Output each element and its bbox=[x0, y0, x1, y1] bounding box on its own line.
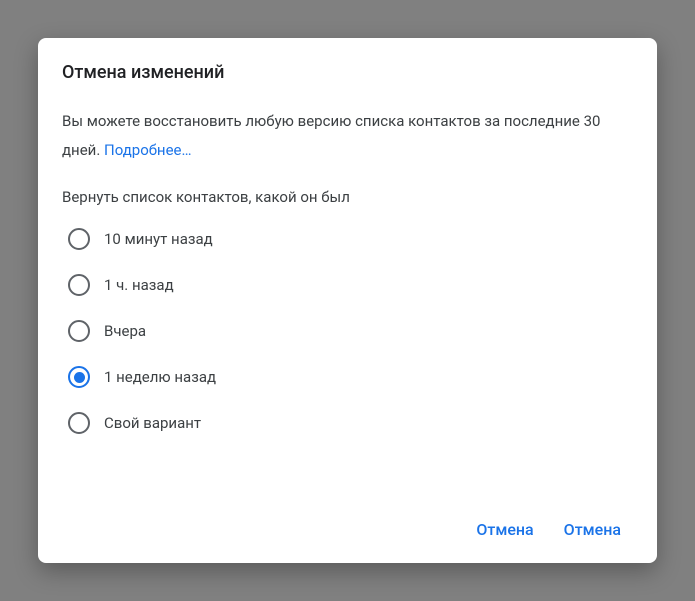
confirm-button[interactable]: Отмена bbox=[560, 514, 625, 545]
undo-changes-dialog: Отмена изменений Вы можете восстановить … bbox=[38, 38, 657, 563]
dialog-title: Отмена изменений bbox=[62, 62, 633, 83]
radio-label: 10 минут назад bbox=[104, 230, 213, 248]
radio-label: Свой вариант bbox=[104, 414, 201, 432]
radio-option-custom[interactable]: Свой вариант bbox=[68, 412, 633, 434]
radio-label: 1 неделю назад bbox=[104, 368, 216, 386]
radio-option-1-week[interactable]: 1 неделю назад bbox=[68, 366, 633, 388]
learn-more-link[interactable]: Подробнее… bbox=[104, 141, 192, 159]
radio-icon bbox=[68, 366, 90, 388]
radio-option-10-minutes[interactable]: 10 минут назад bbox=[68, 228, 633, 250]
radio-icon bbox=[68, 412, 90, 434]
dialog-actions: Отмена Отмена bbox=[62, 494, 633, 545]
radio-icon bbox=[68, 320, 90, 342]
radio-label: 1 ч. назад bbox=[104, 276, 174, 294]
radio-icon bbox=[68, 228, 90, 250]
cancel-button[interactable]: Отмена bbox=[472, 514, 537, 545]
radio-option-1-hour[interactable]: 1 ч. назад bbox=[68, 274, 633, 296]
radio-icon bbox=[68, 274, 90, 296]
radio-label: Вчера bbox=[104, 322, 146, 340]
dialog-description: Вы можете восстановить любую версию спис… bbox=[62, 107, 633, 164]
restore-prompt-label: Вернуть список контактов, какой он был bbox=[62, 188, 633, 206]
restore-time-radio-group: 10 минут назад 1 ч. назад Вчера 1 неделю… bbox=[68, 228, 633, 434]
radio-option-yesterday[interactable]: Вчера bbox=[68, 320, 633, 342]
